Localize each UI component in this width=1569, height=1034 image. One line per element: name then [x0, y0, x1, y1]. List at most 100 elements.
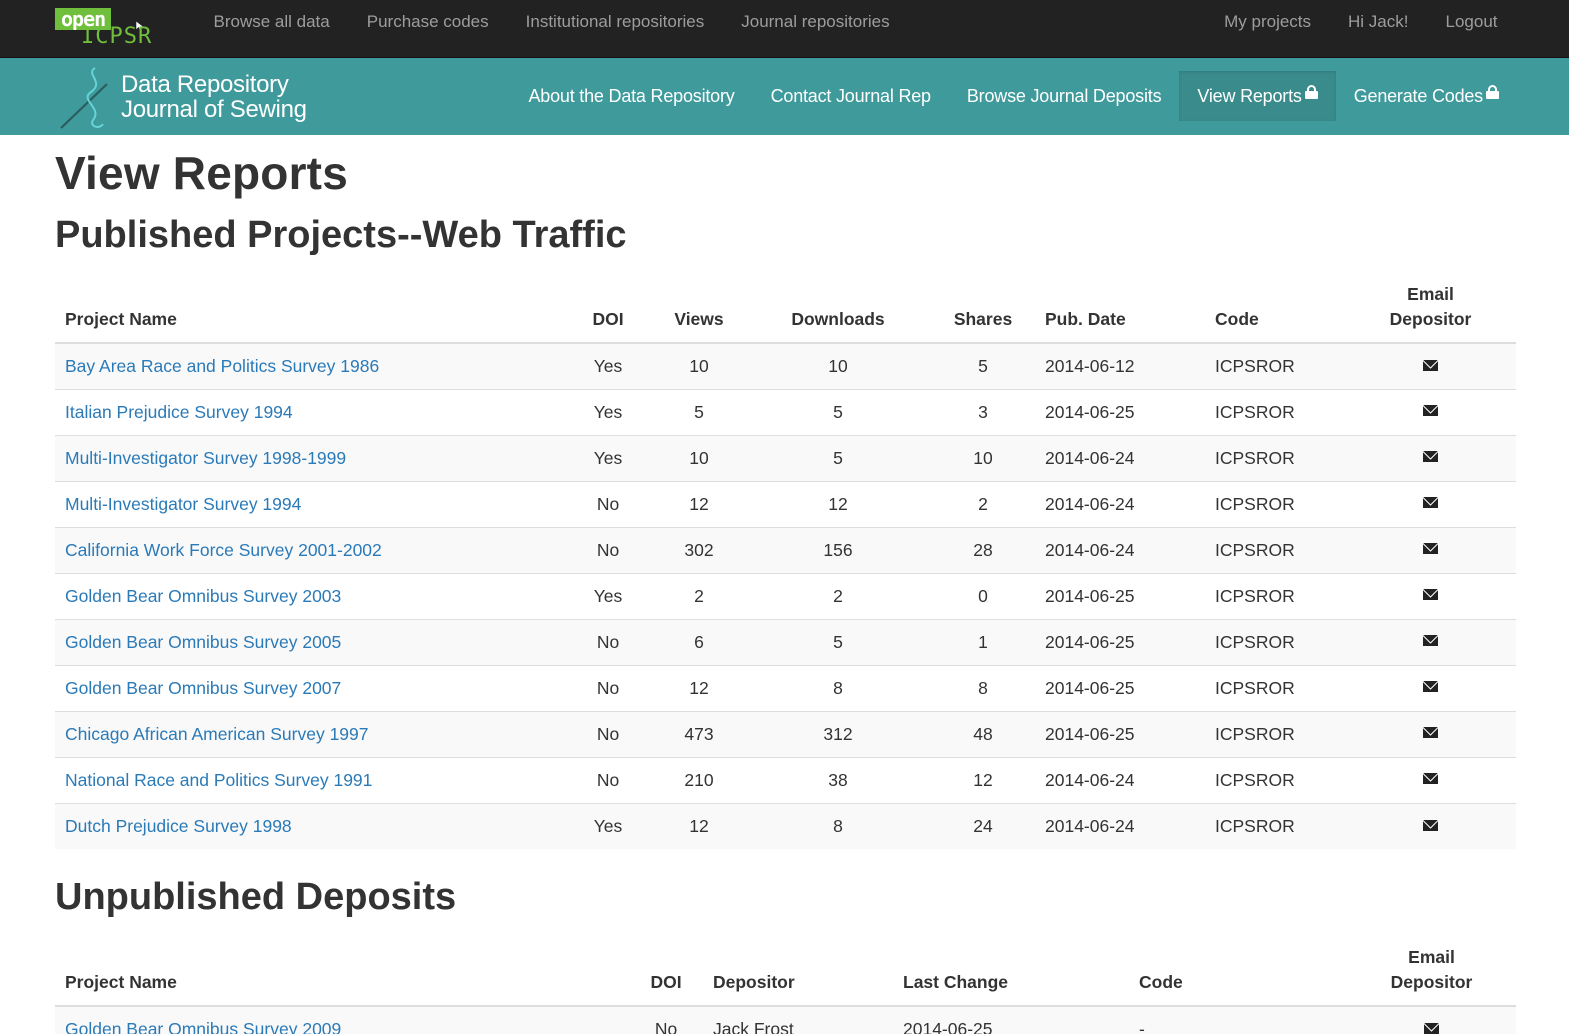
cell-project-name: Multi-Investigator Survey 1998-1999 [55, 434, 563, 481]
cell-downloads: 38 [745, 756, 931, 803]
envelope-icon[interactable] [1423, 543, 1438, 555]
journal-title-line2: Journal of Sewing [121, 96, 307, 123]
cell-shares: 10 [931, 434, 1035, 481]
nav-institutional-repositories[interactable]: Institutional repositories [507, 12, 723, 32]
cell-email [1345, 572, 1516, 619]
nav-my-projects[interactable]: My projects [1206, 12, 1330, 32]
journal-nav-view-reports[interactable]: View Reports [1179, 71, 1336, 121]
cell-pub-date: 2014-06-25 [1035, 710, 1205, 757]
cell-email [1345, 434, 1516, 481]
table-row: Bay Area Race and Politics Survey 1986 Ye… [55, 342, 1516, 389]
journal-nav-browse-deposits[interactable]: Browse Journal Deposits [949, 71, 1180, 121]
col-header-email-depositor: Email Depositor [1345, 278, 1516, 344]
cell-project-name: Golden Bear Omnibus Survey 2009 [55, 1005, 629, 1034]
envelope-icon[interactable] [1423, 773, 1438, 785]
journal-nav-label: Browse Journal Deposits [966, 85, 1162, 106]
cell-project-name: California Work Force Survey 2001-2002 [55, 526, 563, 573]
project-link[interactable]: Chicago African American Survey 1997 [65, 724, 369, 744]
journal-nav-generate-codes[interactable]: Generate Codes [1336, 71, 1517, 121]
nav-journal-repositories[interactable]: Journal repositories [723, 12, 908, 32]
envelope-icon[interactable] [1423, 405, 1438, 417]
envelope-icon[interactable] [1423, 819, 1438, 831]
cell-shares: 5 [931, 342, 1035, 389]
cell-shares: 12 [931, 756, 1035, 803]
cell-downloads: 8 [745, 664, 931, 711]
project-link[interactable]: Golden Bear Omnibus Survey 2003 [65, 586, 341, 606]
cell-shares: 1 [931, 618, 1035, 665]
cell-email [1345, 710, 1516, 757]
openicpsr-logo[interactable]: open ICPSR [55, 8, 171, 49]
project-link[interactable]: National Race and Politics Survey 1991 [65, 770, 372, 790]
table-row: Multi-Investigator Survey 1998-1999 Yes 10… [55, 434, 1516, 481]
cell-email [1345, 388, 1516, 435]
cell-code: ICPSROR [1205, 710, 1345, 757]
col-header-downloads[interactable]: Downloads [745, 278, 931, 344]
cell-downloads: 5 [745, 434, 931, 481]
cell-shares: 2 [931, 480, 1035, 527]
project-link[interactable]: Golden Bear Omnibus Survey 2009 [65, 1019, 341, 1034]
col-header-doi[interactable]: DOI [629, 941, 703, 1007]
cell-views: 10 [653, 342, 745, 389]
cell-code: ICPSROR [1205, 756, 1345, 803]
nav-browse-all-data[interactable]: Browse all data [195, 12, 348, 32]
project-link[interactable]: Golden Bear Omnibus Survey 2007 [65, 678, 341, 698]
journal-nav: About the Data Repository Contact Journa… [510, 71, 1517, 121]
col-header-depositor[interactable]: Depositor [703, 941, 893, 1007]
project-link[interactable]: Bay Area Race and Politics Survey 1986 [65, 356, 379, 376]
cell-project-name: Chicago African American Survey 1997 [55, 710, 563, 757]
project-link[interactable]: California Work Force Survey 2001-2002 [65, 540, 382, 560]
col-header-project-name[interactable]: Project Name [55, 941, 629, 1007]
unpublished-table-body: Golden Bear Omnibus Survey 2009 No Jack Fr… [55, 1005, 1516, 1034]
table-row: Golden Bear Omnibus Survey 2007 No 12 8 8 201… [55, 664, 1516, 711]
project-link[interactable]: Multi-Investigator Survey 1998-1999 [65, 448, 346, 468]
col-header-project-name[interactable]: Project Name [55, 278, 563, 344]
cell-code: ICPSROR [1205, 664, 1345, 711]
envelope-icon[interactable] [1424, 1022, 1439, 1034]
col-header-shares[interactable]: Shares [931, 278, 1035, 344]
project-link[interactable]: Italian Prejudice Survey 1994 [65, 402, 293, 422]
table-header-row: Project Name DOI Depositor Last Change C… [55, 941, 1516, 1007]
cell-doi: No [563, 526, 653, 573]
nav-purchase-codes[interactable]: Purchase codes [348, 12, 507, 32]
cell-shares: 24 [931, 802, 1035, 849]
col-header-doi[interactable]: DOI [563, 278, 653, 344]
cell-email [1345, 342, 1516, 389]
envelope-icon[interactable] [1423, 451, 1438, 463]
col-header-pub-date[interactable]: Pub. Date [1035, 278, 1205, 344]
cell-code: ICPSROR [1205, 572, 1345, 619]
cell-downloads: 5 [745, 618, 931, 665]
cell-project-name: Golden Bear Omnibus Survey 2003 [55, 572, 563, 619]
col-header-email-line1: Email [1407, 284, 1454, 304]
nav-logout[interactable]: Logout [1427, 12, 1516, 32]
journal-title[interactable]: Data Repository Journal of Sewing [121, 72, 307, 122]
cell-views: 302 [653, 526, 745, 573]
cell-code: ICPSROR [1205, 342, 1345, 389]
envelope-icon[interactable] [1423, 727, 1438, 739]
envelope-icon[interactable] [1423, 589, 1438, 601]
needle-thread-icon [60, 67, 108, 129]
cell-project-name: Bay Area Race and Politics Survey 1986 [55, 342, 563, 389]
table-row: National Race and Politics Survey 1991 No… [55, 756, 1516, 803]
journal-nav-label: View Reports [1197, 85, 1302, 106]
col-header-code[interactable]: Code [1205, 278, 1345, 344]
col-header-code[interactable]: Code [1129, 941, 1347, 1007]
envelope-icon[interactable] [1423, 681, 1438, 693]
project-link[interactable]: Golden Bear Omnibus Survey 2005 [65, 632, 341, 652]
cell-downloads: 156 [745, 526, 931, 573]
envelope-icon[interactable] [1423, 497, 1438, 509]
col-header-last-change[interactable]: Last Change [893, 941, 1129, 1007]
cell-email [1345, 526, 1516, 573]
cell-pub-date: 2014-06-24 [1035, 434, 1205, 481]
cell-pub-date: 2014-06-24 [1035, 756, 1205, 803]
cell-doi: Yes [563, 388, 653, 435]
nav-user-greeting[interactable]: Hi Jack! [1330, 12, 1427, 32]
envelope-icon[interactable] [1423, 635, 1438, 647]
journal-nav-contact-rep[interactable]: Contact Journal Rep [753, 71, 949, 121]
project-link[interactable]: Multi-Investigator Survey 1994 [65, 494, 301, 514]
cell-pub-date: 2014-06-24 [1035, 802, 1205, 849]
journal-nav-about[interactable]: About the Data Repository [510, 71, 752, 121]
col-header-views[interactable]: Views [653, 278, 745, 344]
envelope-icon[interactable] [1423, 359, 1438, 371]
project-link[interactable]: Dutch Prejudice Survey 1998 [65, 816, 292, 836]
journal-nav-label: Contact Journal Rep [770, 85, 931, 106]
